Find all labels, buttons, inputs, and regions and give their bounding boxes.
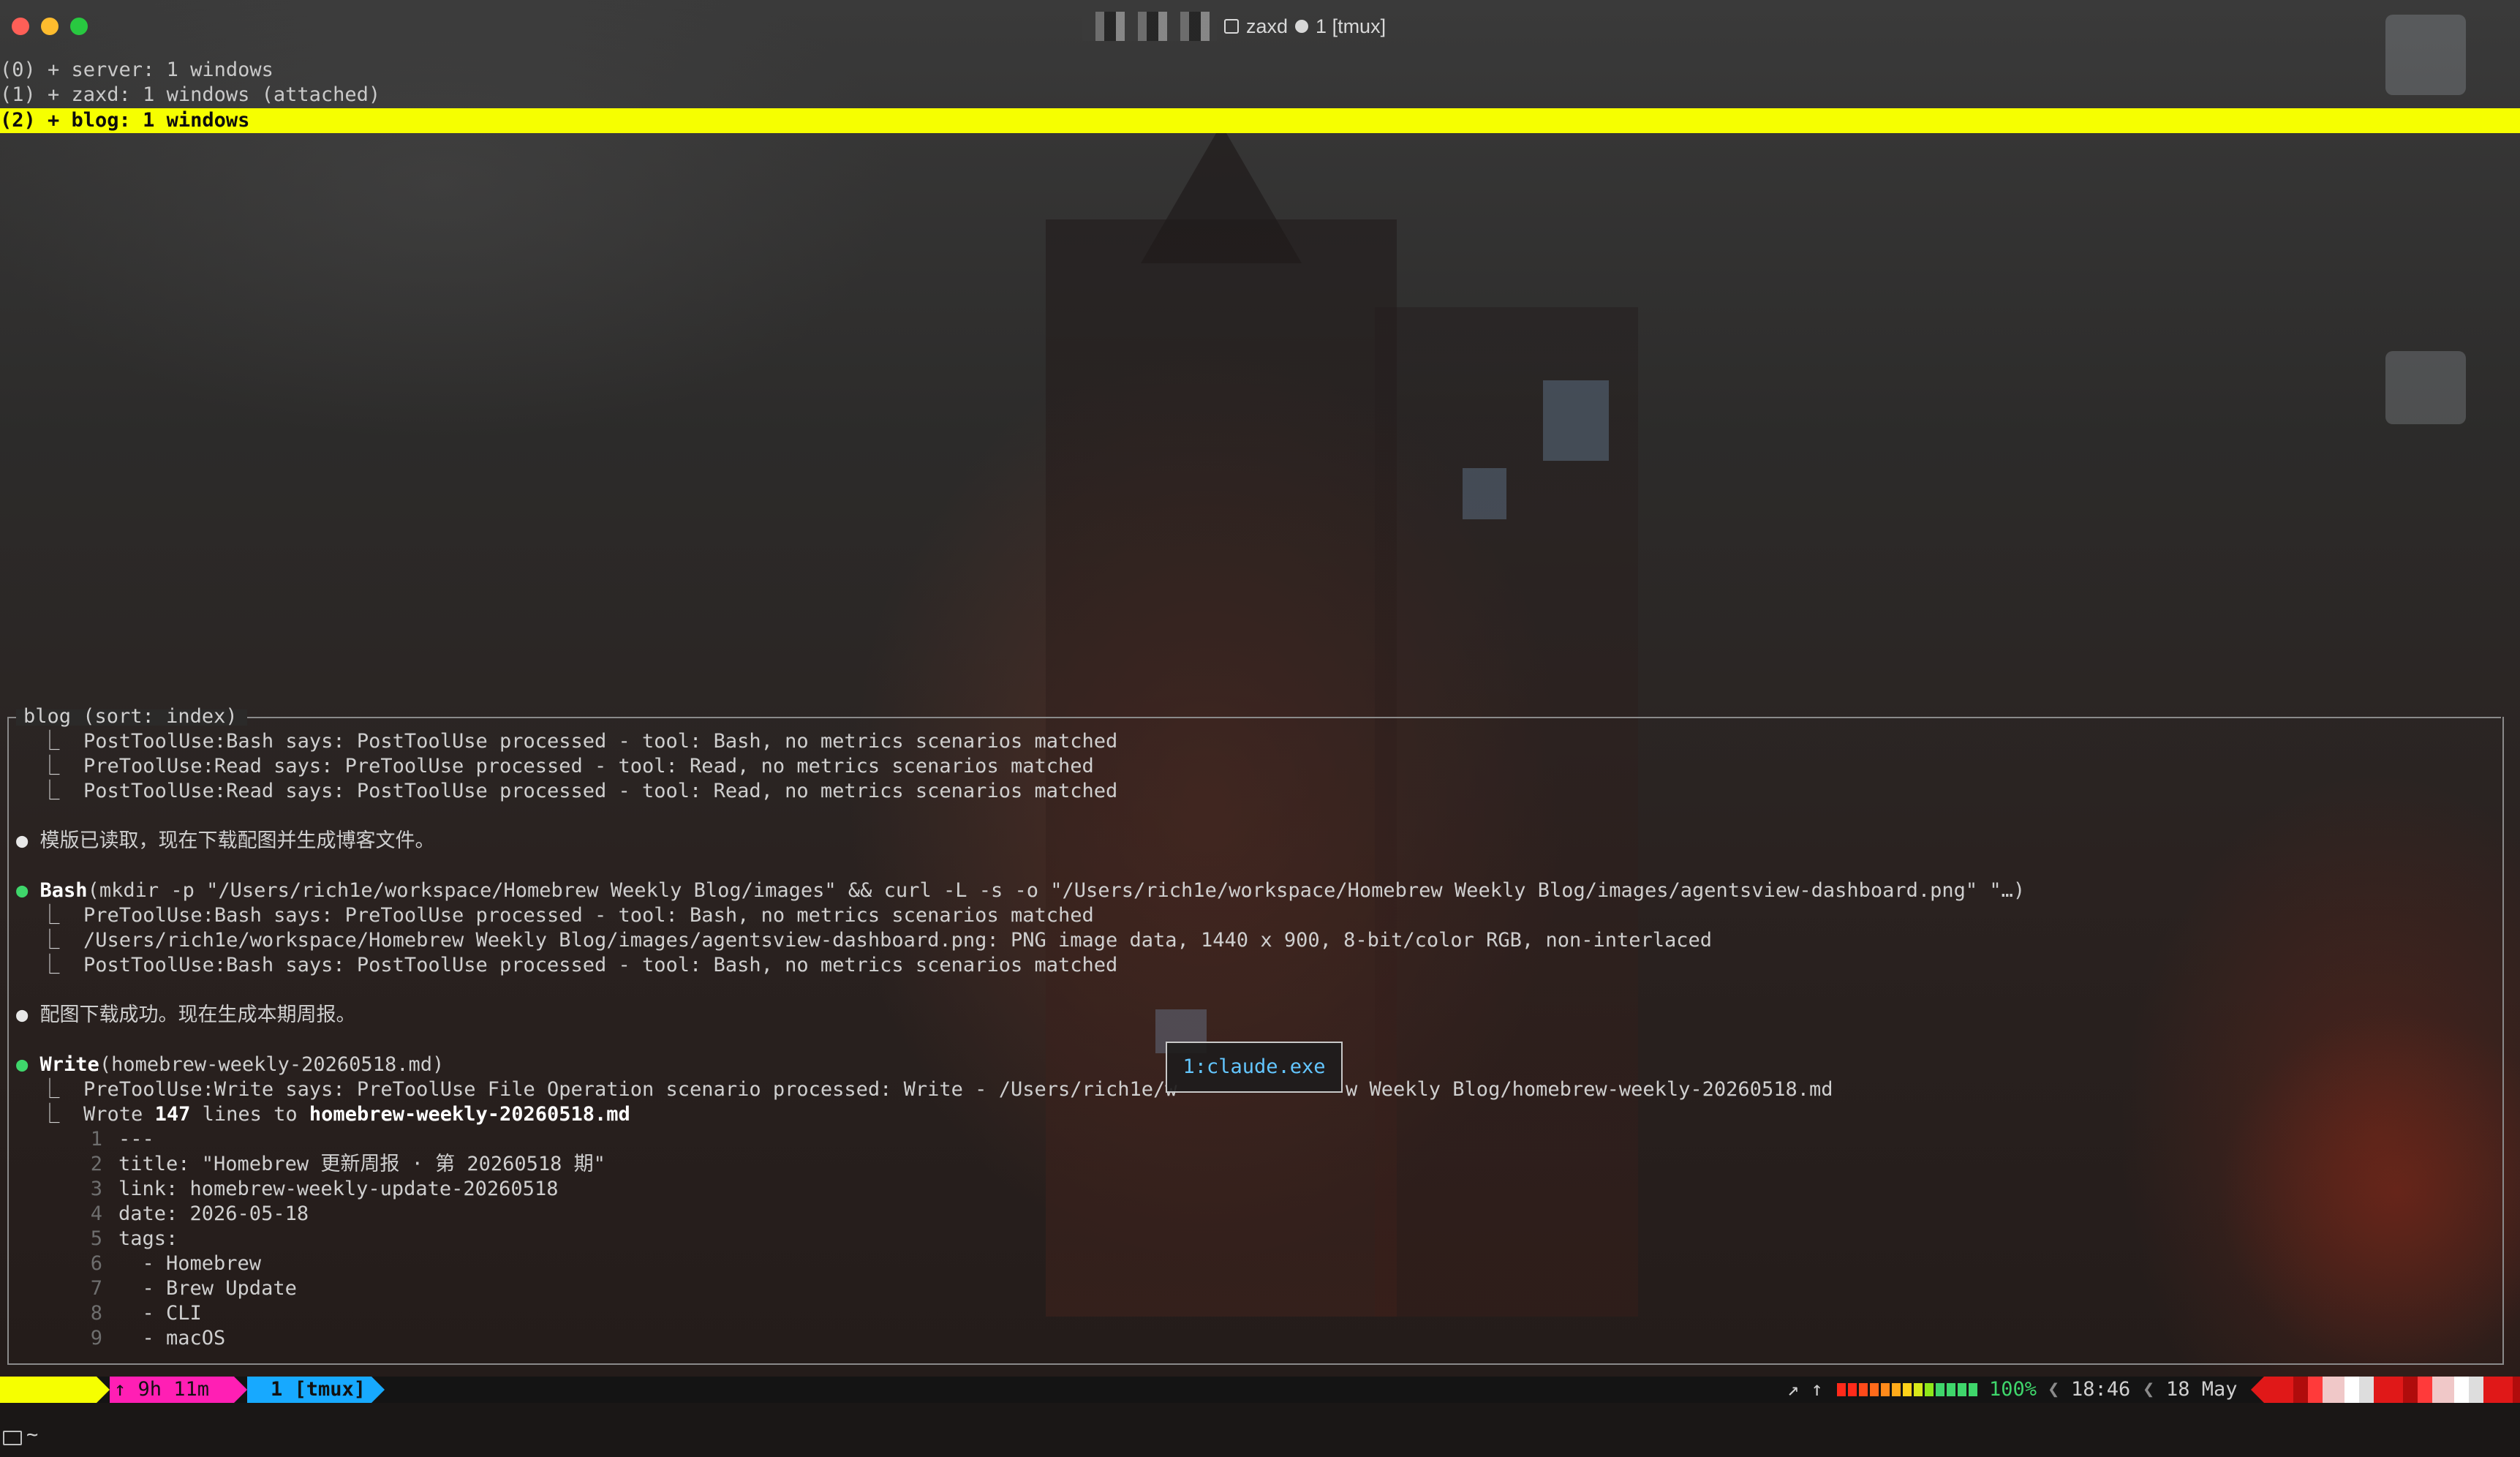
session-item-blog-selected[interactable]: (2) + blog: 1 windows (0, 108, 2520, 133)
title-suffix: 1 [tmux] (1316, 15, 1387, 37)
tool-call-write: ● Write(homebrew-weekly-20260518.md) (16, 1053, 445, 1076)
tmux-status-bar: ▢ zaxd ↑ 9h 11m 1 [tmux] ↗ ↑ 100% ❮ 18:4… (0, 1377, 2520, 1427)
powerline-separator (2251, 1377, 2264, 1403)
status-window[interactable]: 1 [tmux] (247, 1377, 371, 1403)
session-item-server[interactable]: (0) + server: 1 windows (0, 58, 2520, 83)
zoom-window-button[interactable] (70, 18, 88, 35)
log-line: ⎿ PostToolUse:Read says: PostToolUse pro… (16, 780, 1118, 802)
bullet-icon: ● (16, 1004, 29, 1026)
powerline-separator (371, 1377, 385, 1403)
powerline-separator (97, 1377, 110, 1403)
chevron-left-icon: ❮ (2143, 1378, 2155, 1401)
log-line: ⎿ PreToolUse:Write says: PreToolUse File… (16, 1078, 1177, 1101)
code-line: 5 tags: (90, 1227, 178, 1250)
session-item-zaxd[interactable]: (1) + zaxd: 1 windows (attached) (0, 83, 2520, 108)
folder-icon (3, 1431, 22, 1445)
network-arrows-icon: ↗ ↑ (1787, 1378, 1823, 1401)
castle-window (1543, 380, 1609, 461)
log-line: ⎿ /Users/rich1e/workspace/Homebrew Weekl… (16, 929, 1713, 952)
bullet-icon: ● (16, 1053, 29, 1076)
status-session[interactable]: ▢ zaxd (0, 1377, 129, 1427)
status-time: 18:46 (2071, 1378, 2131, 1401)
code-line: 4 date: 2026-05-18 (90, 1202, 309, 1225)
status-date: 18 May (2166, 1378, 2238, 1401)
code-line: 3 link: homebrew-weekly-update-20260518 (90, 1178, 559, 1200)
code-line: 6 - Homebrew (90, 1252, 262, 1275)
shell-prompt-area[interactable] (0, 1403, 2520, 1457)
desktop-folder-icon[interactable] (2385, 351, 2466, 424)
title-session: zaxd (1246, 15, 1289, 37)
code-line: 1 --- (90, 1128, 154, 1151)
window-title: zaxd 1 [tmux] (1082, 0, 1386, 53)
battery-percent: 100% (1989, 1378, 2037, 1401)
bullet-icon: ● (16, 879, 29, 902)
log-line-continuation: w Weekly Blog/homebrew-weekly-20260518.m… (1346, 1078, 1833, 1101)
redacted-hostname (1082, 12, 1217, 41)
code-line: 2 title: "Homebrew 更新周报 · 第 20260518 期" (90, 1153, 606, 1175)
chevron-left-icon: ❮ (2048, 1378, 2060, 1401)
code-line: 8 - CLI (90, 1302, 202, 1325)
log-line: ⎿ PostToolUse:Bash says: PostToolUse pro… (16, 730, 1118, 753)
log-line: ⎿ Wrote 147 lines to homebrew-weekly-202… (16, 1103, 630, 1126)
prompt-path: ~ (26, 1423, 39, 1446)
powerline-separator (234, 1377, 247, 1403)
code-line: 7 - Brew Update (90, 1277, 297, 1300)
battery-bar-icon (1837, 1383, 1980, 1396)
minimize-window-button[interactable] (41, 18, 59, 35)
window-titlebar: zaxd 1 [tmux] (0, 0, 2520, 53)
log-line: ⎿ PreToolUse:Bash says: PreToolUse proce… (16, 904, 1094, 927)
code-line: 9 - macOS (90, 1327, 226, 1349)
bullet-dot-icon (1295, 20, 1309, 33)
assistant-message: ● 模版已读取，现在下载配图并生成博客文件。 (16, 829, 435, 852)
assistant-message: ● 配图下载成功。现在生成本期周报。 (16, 1004, 356, 1026)
log-line: ⎿ PreToolUse:Read says: PreToolUse proce… (16, 755, 1094, 778)
pane-title: blog (sort: index) (23, 705, 238, 728)
redacted-host-segment (2264, 1377, 2520, 1403)
tool-call-bash: ● Bash(mkdir -p "/Users/rich1e/workspace… (16, 879, 2026, 902)
close-window-button[interactable] (12, 18, 29, 35)
status-uptime: ↑ 9h 11m (110, 1377, 234, 1403)
log-line: ⎿ PostToolUse:Bash says: PostToolUse pro… (16, 954, 1118, 976)
pane-preview (7, 717, 2504, 1365)
bullet-icon: ● (16, 829, 29, 852)
window-label-popup[interactable]: 1:claude.exe (1166, 1042, 1343, 1093)
tmux-tab-icon (1224, 19, 1239, 34)
castle-window (1463, 468, 1506, 519)
